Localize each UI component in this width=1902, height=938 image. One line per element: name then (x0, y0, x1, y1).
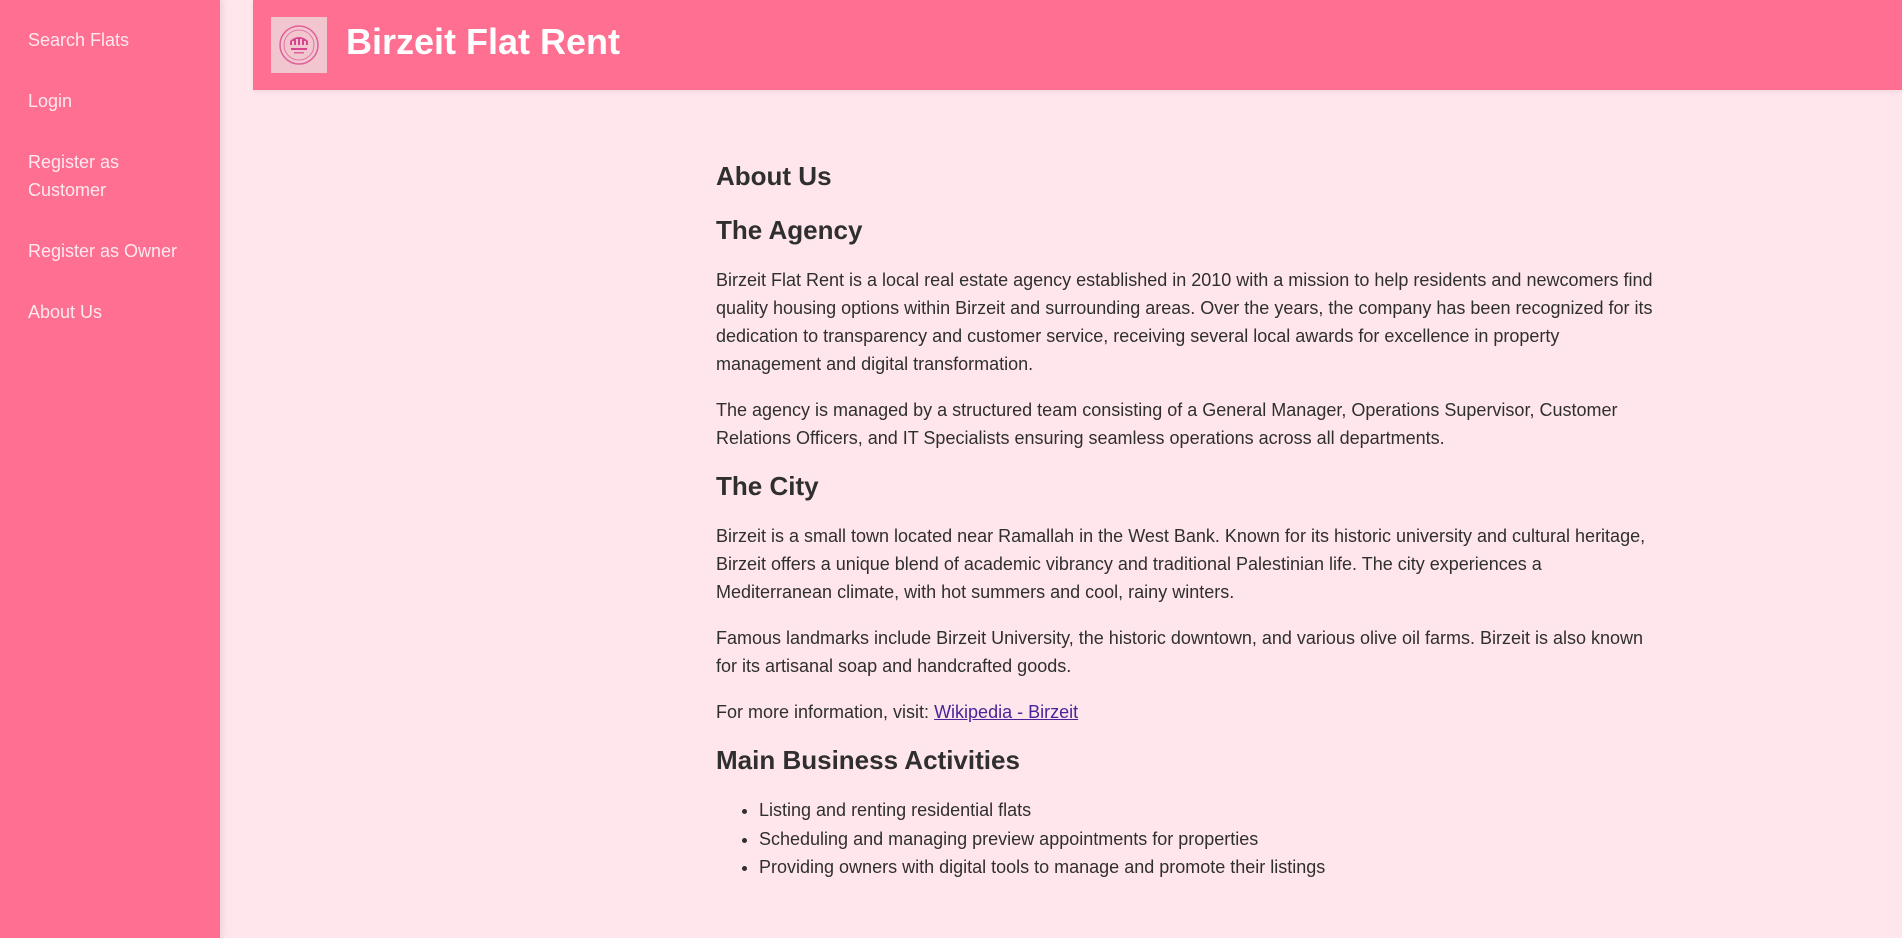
agency-paragraph-2: The agency is managed by a structured te… (716, 400, 1618, 448)
city-section: The City Birzeit is a small town located… (716, 470, 1656, 726)
sidebar-item-register-owner[interactable]: Register as Owner (0, 237, 220, 265)
sidebar-item-login[interactable]: Login (0, 87, 220, 115)
list-item: Listing and renting residential flats (759, 796, 1656, 825)
agency-heading: The Agency (716, 215, 863, 245)
activities-list: Listing and renting residential flats Sc… (716, 796, 1656, 882)
more-info-line: For more information, visit: Wikipedia -… (716, 698, 1656, 726)
sidebar-item-about-us[interactable]: About Us (0, 298, 220, 326)
activities-heading: Main Business Activities (716, 745, 1020, 775)
list-item: Scheduling and managing preview appointm… (759, 825, 1656, 854)
agency-section: The Agency Birzeit Flat Rent is a local … (716, 214, 1656, 452)
site-title: Birzeit Flat Rent (346, 21, 621, 62)
wikipedia-link[interactable]: Wikipedia - Birzeit (934, 702, 1078, 722)
agency-logo-icon[interactable] (271, 17, 327, 73)
about-content: About Us The Agency Birzeit Flat Rent is… (716, 150, 1656, 882)
more-info-prefix: For more information, visit: (716, 702, 935, 722)
agency-paragraph-1: Birzeit Flat Rent is a local real estate… (716, 270, 1653, 374)
site-header: Birzeit Flat Rent (253, 0, 1902, 90)
sidebar: Search Flats Login Register as Customer … (0, 0, 220, 938)
sidebar-item-search-flats[interactable]: Search Flats (0, 26, 220, 54)
sidebar-item-register-customer[interactable]: Register as Customer (0, 148, 220, 204)
page-title: About Us (716, 161, 832, 191)
city-paragraph-1: Birzeit is a small town located near Ram… (716, 526, 1646, 602)
list-item: Providing owners with digital tools to m… (759, 853, 1656, 882)
city-paragraph-2: Famous landmarks include Birzeit Univers… (716, 628, 1644, 676)
city-heading: The City (716, 471, 819, 501)
activities-section: Main Business Activities Listing and ren… (716, 744, 1656, 882)
